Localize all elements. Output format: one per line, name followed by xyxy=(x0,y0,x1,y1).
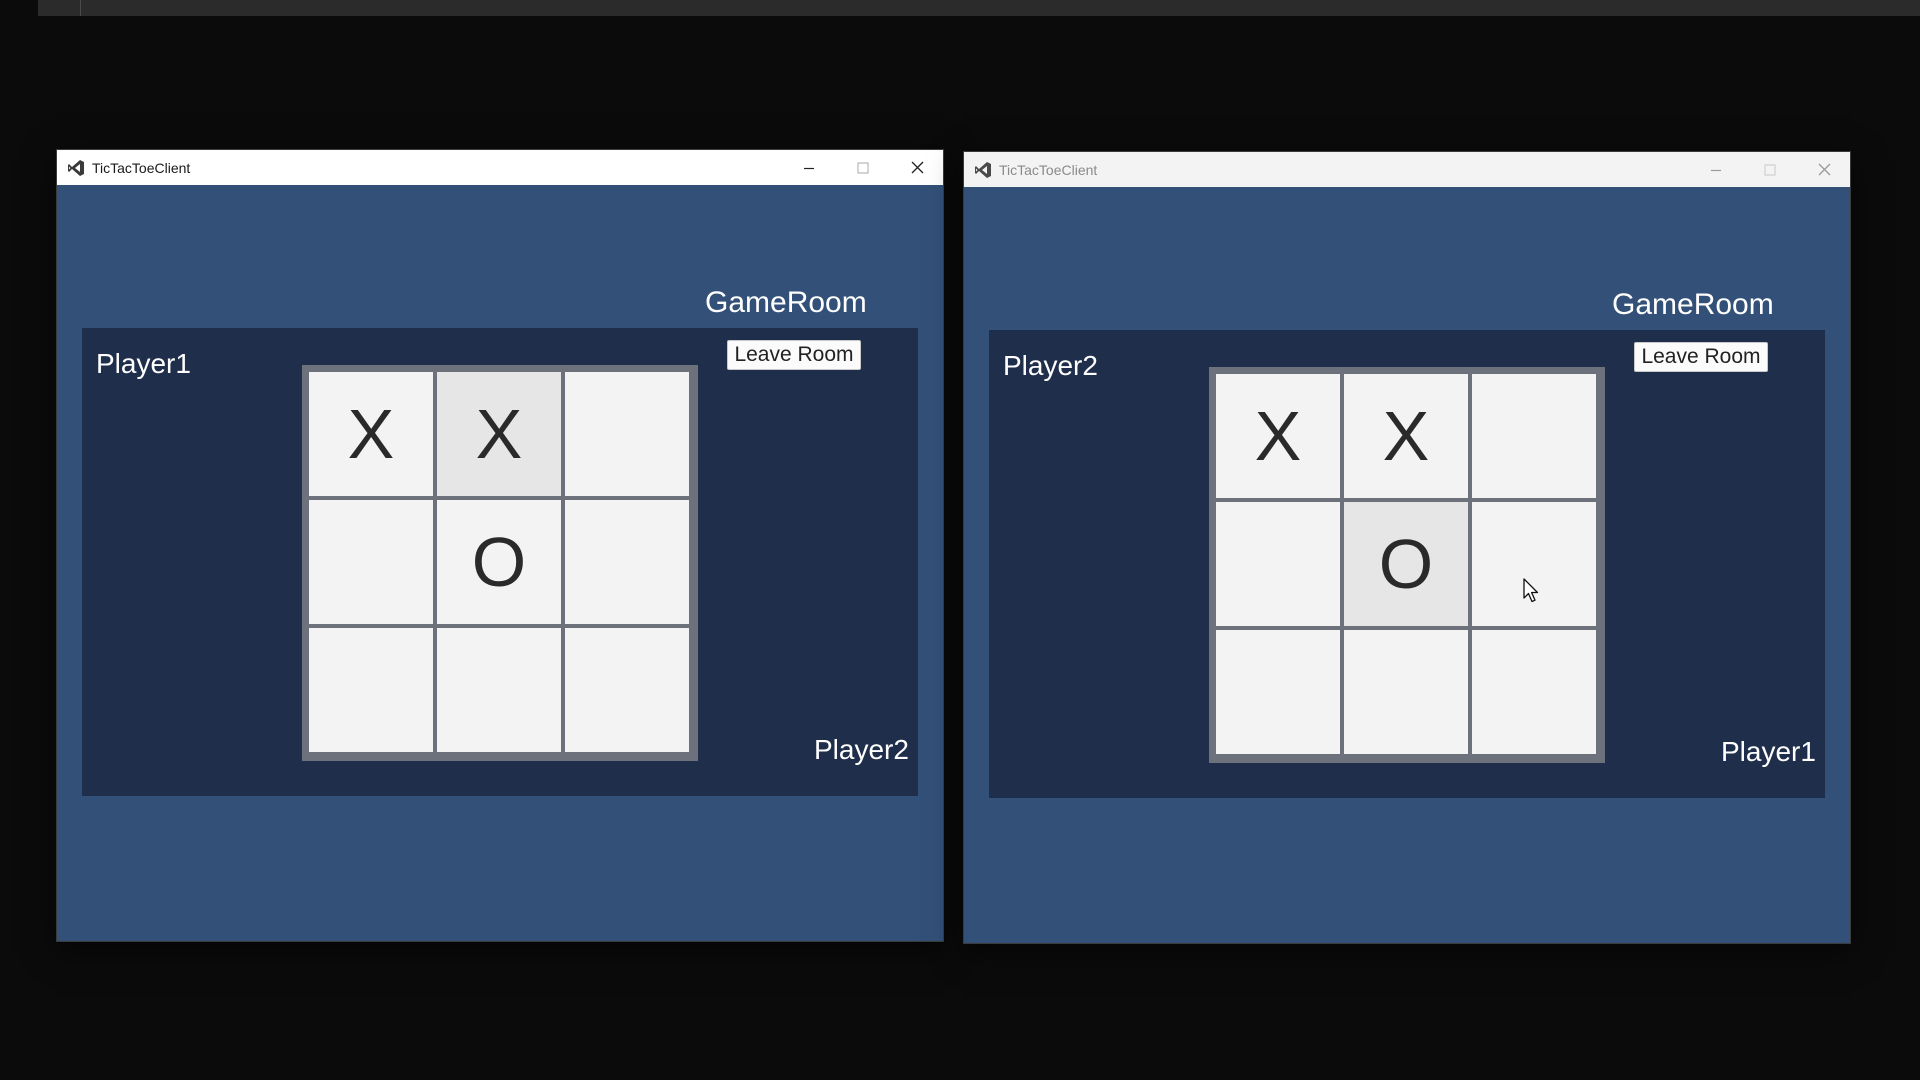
board-cell[interactable]: X xyxy=(309,372,433,496)
board-cell[interactable]: O xyxy=(1344,502,1468,626)
game-panel: Player1 Leave Room X X O Player2 xyxy=(82,328,918,796)
room-title: GameRoom xyxy=(705,286,867,319)
board-cell[interactable] xyxy=(1344,630,1468,754)
board-cell[interactable] xyxy=(565,628,689,752)
leave-room-button[interactable]: Leave Room xyxy=(1634,342,1768,372)
board-cell[interactable]: O xyxy=(437,500,561,624)
maximize-button[interactable] xyxy=(837,150,889,185)
leave-room-button[interactable]: Leave Room xyxy=(727,340,861,370)
self-player-label: Player1 xyxy=(96,348,191,379)
board-cell[interactable] xyxy=(437,628,561,752)
board-cell[interactable] xyxy=(1472,374,1596,498)
tictactoe-board: X X O xyxy=(302,365,698,761)
minimize-button[interactable] xyxy=(783,150,835,185)
board-cell[interactable] xyxy=(309,628,433,752)
board-cell[interactable] xyxy=(309,500,433,624)
game-window-player1: TicTacToeClient GameRoom Player1 Leave R… xyxy=(56,149,944,942)
taskbar-tab[interactable] xyxy=(38,0,81,16)
maximize-button[interactable] xyxy=(1744,152,1796,187)
game-window-player2: TicTacToeClient GameRoom Player2 Leave R… xyxy=(963,151,1851,944)
board-cell[interactable]: X xyxy=(437,372,561,496)
board-cell[interactable]: X xyxy=(1344,374,1468,498)
minimize-button[interactable] xyxy=(1690,152,1742,187)
window-title: TicTacToeClient xyxy=(999,161,1098,178)
opponent-player-label: Player2 xyxy=(814,734,909,765)
minimize-icon xyxy=(804,167,814,169)
board-cell[interactable] xyxy=(1216,502,1340,626)
titlebar[interactable]: TicTacToeClient xyxy=(964,152,1850,187)
maximize-icon xyxy=(857,161,869,174)
top-taskbar-strip xyxy=(38,0,1920,16)
maximize-icon xyxy=(1764,163,1776,176)
board-cell[interactable] xyxy=(1472,502,1596,626)
close-icon xyxy=(911,161,923,174)
minimize-icon xyxy=(1711,169,1721,171)
close-button[interactable] xyxy=(1798,152,1850,187)
window-title: TicTacToeClient xyxy=(92,159,191,176)
visual-studio-icon xyxy=(66,158,86,178)
mouse-cursor-icon xyxy=(1523,578,1539,603)
tictactoe-board: X X O xyxy=(1209,367,1605,763)
board-cell[interactable]: X xyxy=(1216,374,1340,498)
close-icon xyxy=(1818,163,1830,176)
self-player-label: Player2 xyxy=(1003,350,1098,381)
close-button[interactable] xyxy=(891,150,943,185)
board-cell[interactable] xyxy=(1472,630,1596,754)
board-cell[interactable] xyxy=(565,372,689,496)
room-title: GameRoom xyxy=(1612,288,1774,321)
opponent-player-label: Player1 xyxy=(1721,736,1816,767)
board-cell[interactable] xyxy=(565,500,689,624)
visual-studio-icon xyxy=(973,160,993,180)
game-panel: Player2 Leave Room X X O Player1 xyxy=(989,330,1825,798)
board-cell[interactable] xyxy=(1216,630,1340,754)
titlebar[interactable]: TicTacToeClient xyxy=(57,150,943,185)
